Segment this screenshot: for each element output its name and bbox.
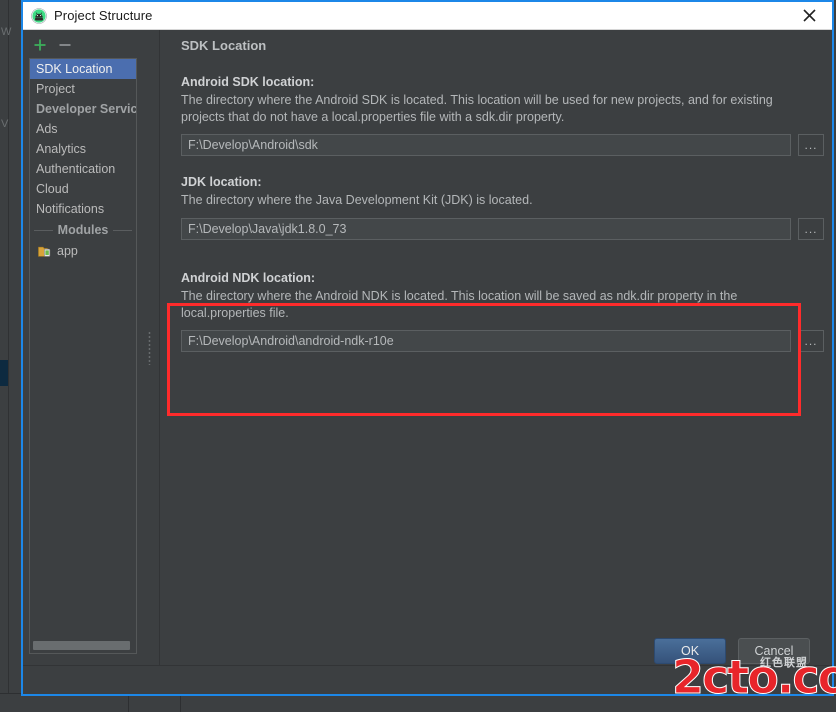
dialog-body: SDK Location Project Developer Services … — [23, 30, 832, 694]
section-android-sdk-location: Android SDK location: The directory wher… — [181, 75, 832, 156]
dialog-titlebar: Project Structure — [23, 2, 832, 30]
sidebar-item-cloud[interactable]: Cloud — [30, 179, 136, 199]
remove-module-button[interactable] — [56, 36, 74, 54]
sidebar-toolbar — [23, 30, 139, 58]
android-ndk-field-row: ... — [181, 330, 832, 352]
android-ndk-description: The directory where the Android NDK is l… — [181, 289, 738, 320]
separator-line — [113, 229, 133, 231]
jdk-label: JDK location: — [181, 175, 262, 189]
statusbar-segment — [128, 694, 181, 712]
android-ndk-browse-button[interactable]: ... — [798, 330, 824, 352]
backdrop-ghost-text: W — [1, 26, 12, 38]
content-panel: SDK Location Android SDK location: The d… — [159, 30, 832, 666]
backdrop-left-strip — [0, 0, 9, 712]
android-sdk-field-row: ... — [181, 134, 832, 156]
module-label: app — [57, 244, 78, 258]
module-folder-icon — [38, 246, 51, 257]
separator-line — [34, 229, 53, 231]
sidebar-modules-separator: Modules — [30, 219, 136, 241]
ok-button[interactable]: OK — [654, 638, 726, 664]
sidebar-hscrollbar-thumb[interactable] — [33, 641, 130, 650]
android-sdk-label: Android SDK location: — [181, 75, 315, 89]
minus-icon — [59, 44, 71, 46]
dialog-button-bar: OK Cancel — [23, 638, 832, 694]
sidebar-modules-label: Modules — [57, 223, 109, 237]
add-module-button[interactable] — [31, 36, 49, 54]
android-ndk-label: Android NDK location: — [181, 271, 316, 285]
jdk-field-row: ... — [181, 217, 832, 240]
android-ndk-path-input[interactable] — [181, 330, 791, 352]
section-jdk-location: JDK location: The directory where the Ja… — [181, 175, 832, 240]
sidebar-item-module-app[interactable]: app — [30, 241, 136, 261]
android-sdk-browse-button[interactable]: ... — [798, 134, 824, 156]
android-studio-icon — [31, 7, 47, 24]
backdrop-ghost-text: V — [1, 118, 9, 130]
android-sdk-description: The directory where the Android SDK is l… — [181, 93, 773, 124]
sidebar-item-authentication[interactable]: Authentication — [30, 159, 136, 179]
sidebar-item-notifications[interactable]: Notifications — [30, 199, 136, 219]
sidebar-item-sdk-location[interactable]: SDK Location — [30, 59, 136, 79]
cancel-button[interactable]: Cancel — [738, 638, 810, 664]
sidebar-group-developer-services: Developer Services — [36, 102, 137, 116]
statusbar-segment — [180, 694, 836, 712]
sidebar-hscrollbar[interactable] — [31, 640, 135, 651]
plus-icon — [34, 39, 46, 51]
panel-splitter[interactable] — [139, 30, 159, 666]
dialog-title: Project Structure — [54, 8, 153, 23]
section-android-ndk-location: Android NDK location: The directory wher… — [181, 271, 832, 352]
sidebar-item-analytics[interactable]: Analytics — [30, 139, 136, 159]
close-icon[interactable] — [786, 2, 832, 29]
page-title: SDK Location — [181, 38, 267, 53]
backdrop-editor-highlight — [0, 360, 8, 386]
splitter-grip-icon — [147, 331, 151, 365]
sidebar-tree[interactable]: SDK Location Project Developer Services … — [29, 58, 137, 654]
android-sdk-path-input[interactable] — [181, 134, 791, 156]
sidebar-panel: SDK Location Project Developer Services … — [23, 30, 139, 666]
jdk-path-input[interactable] — [181, 217, 791, 240]
jdk-browse-button[interactable]: ... — [798, 217, 824, 240]
project-structure-dialog: Project Structure SDK Location Project D… — [21, 0, 834, 696]
sidebar-item-ads[interactable]: Ads — [30, 119, 136, 139]
sidebar-item-project[interactable]: Project — [30, 79, 136, 99]
jdk-description: The directory where the Java Development… — [181, 193, 533, 207]
